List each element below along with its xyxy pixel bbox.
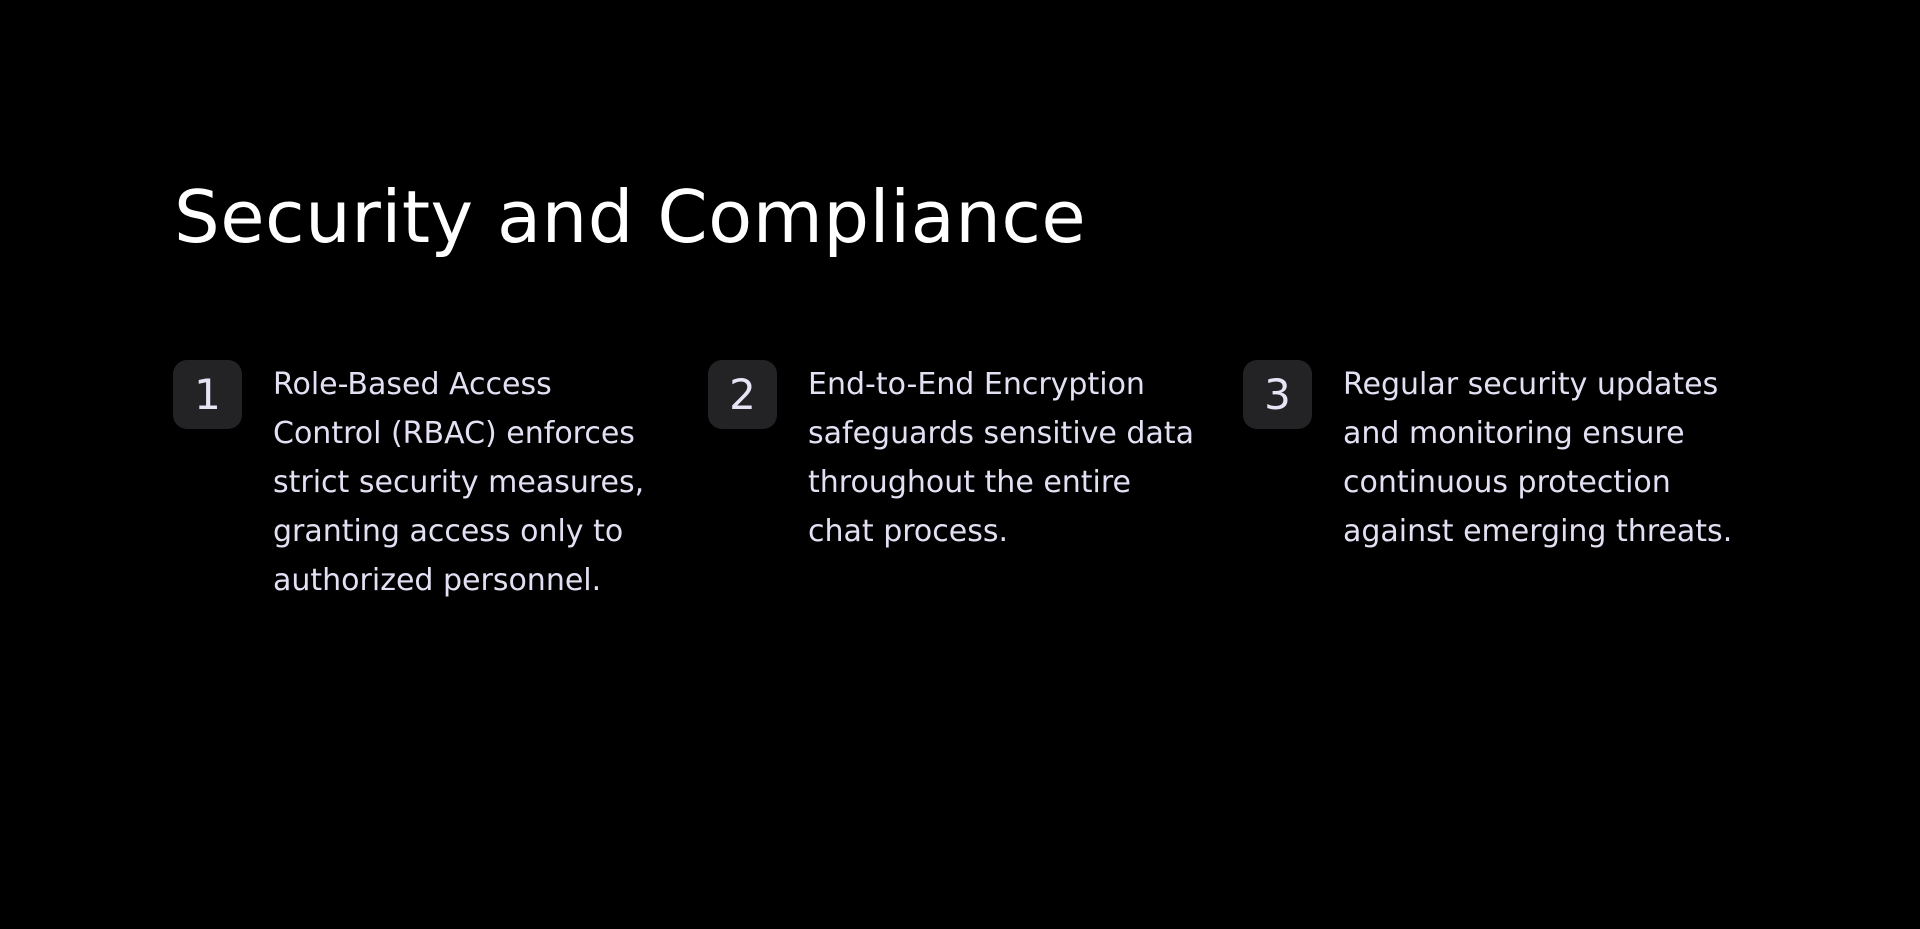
description-line: End-to-End Encryption <box>808 367 1145 402</box>
page-title: Security and Compliance <box>174 175 1087 259</box>
slide: Security and Compliance 1 Role-Based Acc… <box>0 0 1920 929</box>
number-badge: 2 <box>708 360 777 429</box>
feature-item-monitoring: 3 Regular security updates and monitorin… <box>1243 360 1763 620</box>
number-badge: 3 <box>1243 360 1312 429</box>
description-line: safeguards sensitive data <box>808 416 1194 451</box>
description-line: Regular security updates <box>1343 367 1719 402</box>
description-line: Control (RBAC) enforces <box>273 416 635 451</box>
feature-item-encryption: 2 End-to-End Encryption safeguards sensi… <box>708 360 1228 620</box>
description-line: throughout the entire <box>808 465 1132 500</box>
description-line: Role-Based Access <box>273 367 552 402</box>
feature-description: Role-Based Access Control (RBAC) enforce… <box>273 360 644 605</box>
description-line: chat process. <box>808 514 1009 549</box>
description-line: authorized personnel. <box>273 563 602 598</box>
feature-item-rbac: 1 Role-Based Access Control (RBAC) enfor… <box>173 360 693 620</box>
description-line: granting access only to <box>273 514 624 549</box>
number-badge: 1 <box>173 360 242 429</box>
feature-description: Regular security updates and monitoring … <box>1343 360 1732 556</box>
description-line: against emerging threats. <box>1343 514 1733 549</box>
feature-description: End-to-End Encryption safeguards sensiti… <box>808 360 1194 556</box>
description-line: strict security measures, <box>273 465 645 500</box>
description-line: continuous protection <box>1343 465 1671 500</box>
description-line: and monitoring ensure <box>1343 416 1685 451</box>
